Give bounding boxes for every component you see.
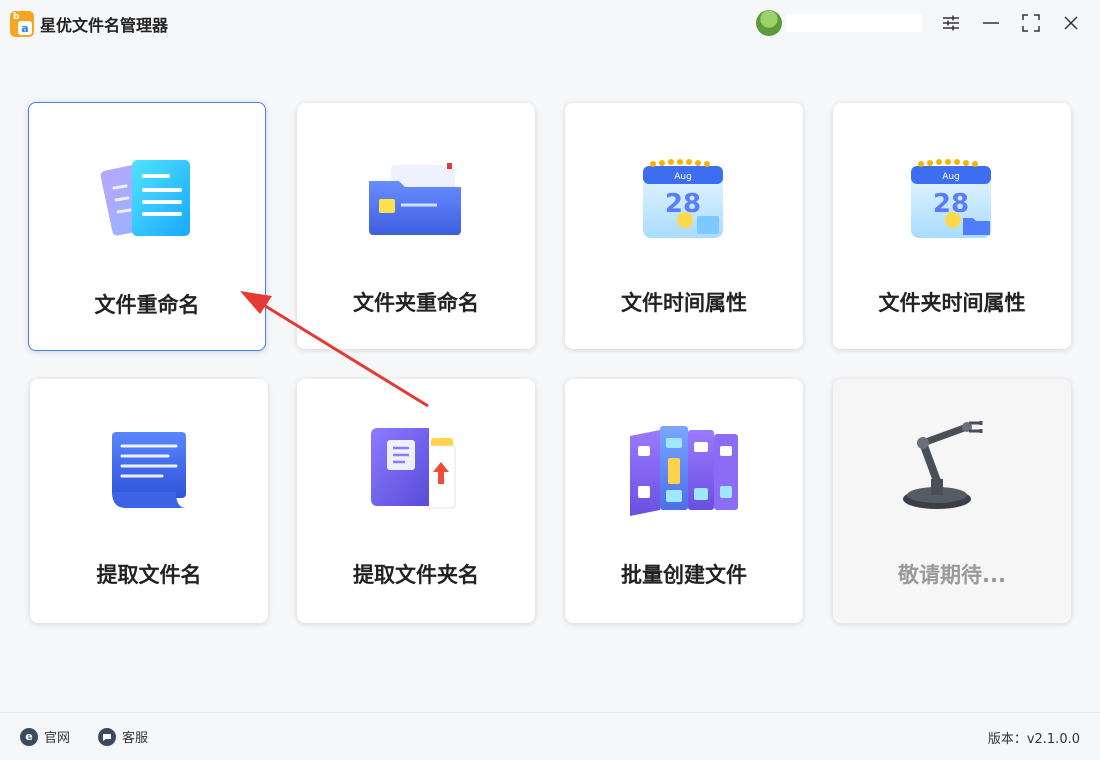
close-button[interactable]	[1060, 12, 1082, 34]
folder-icon	[297, 143, 535, 253]
user-account[interactable]	[756, 10, 924, 36]
tile-extract-foldername[interactable]: 提取文件夹名	[297, 379, 535, 623]
tile-label: 提取文件夹名	[353, 563, 479, 587]
calendar-month: Aug	[674, 172, 692, 182]
tile-file-rename[interactable]: 文件重命名	[28, 102, 266, 351]
sliders-icon	[943, 15, 959, 31]
tile-batch-create[interactable]: 批量创建文件	[565, 379, 803, 623]
app-logo: b a	[10, 11, 34, 37]
title-bar: b a 星优文件名管理器	[0, 0, 1100, 46]
robot-arm-icon	[833, 409, 1071, 519]
settings-button[interactable]	[940, 12, 962, 34]
close-icon	[1064, 16, 1078, 30]
tile-label: 文件夹时间属性	[878, 291, 1026, 315]
website-link[interactable]: e 官网	[20, 727, 70, 746]
book-export-icon	[297, 415, 535, 525]
tile-label: 文件重命名	[94, 293, 200, 317]
tile-label: 敬请期待...	[898, 563, 1006, 587]
maximize-button[interactable]	[1020, 12, 1042, 34]
chat-icon	[98, 727, 116, 746]
username-redacted	[786, 14, 922, 32]
avatar[interactable]	[756, 10, 782, 36]
minimize-button[interactable]	[980, 12, 1002, 34]
app-title: 星优文件名管理器	[40, 16, 169, 35]
support-label: 客服	[122, 731, 149, 746]
tile-label: 文件时间属性	[621, 291, 747, 315]
tile-label: 提取文件名	[96, 563, 202, 587]
maximize-icon	[1022, 14, 1040, 32]
browser-icon: e	[20, 727, 38, 746]
tile-coming-soon: 敬请期待...	[833, 379, 1071, 623]
tile-file-time[interactable]: Aug 28 文件时间属性	[565, 103, 803, 349]
tile-folder-rename[interactable]: 文件夹重命名	[297, 103, 535, 349]
tile-label: 文件夹重命名	[353, 291, 479, 315]
calendar-folder-icon: Aug 28	[833, 143, 1071, 253]
tile-label: 批量创建文件	[621, 563, 747, 587]
footer-bar: e 官网 客服 版本：v2.1.0.0	[0, 712, 1100, 760]
tile-extract-filename[interactable]: 提取文件名	[30, 379, 268, 623]
binders-icon	[565, 415, 803, 525]
website-label: 官网	[44, 731, 71, 746]
tile-folder-time[interactable]: Aug 28 文件夹时间属性	[833, 103, 1071, 349]
support-link[interactable]: 客服	[98, 727, 148, 746]
document-stack-icon	[29, 143, 265, 253]
version-text: 版本：v2.1.0.0	[987, 732, 1080, 747]
calendar-icon: Aug 28	[565, 143, 803, 253]
minimize-icon	[983, 22, 999, 24]
calendar-month: Aug	[942, 172, 960, 182]
scroll-list-icon	[30, 415, 268, 525]
